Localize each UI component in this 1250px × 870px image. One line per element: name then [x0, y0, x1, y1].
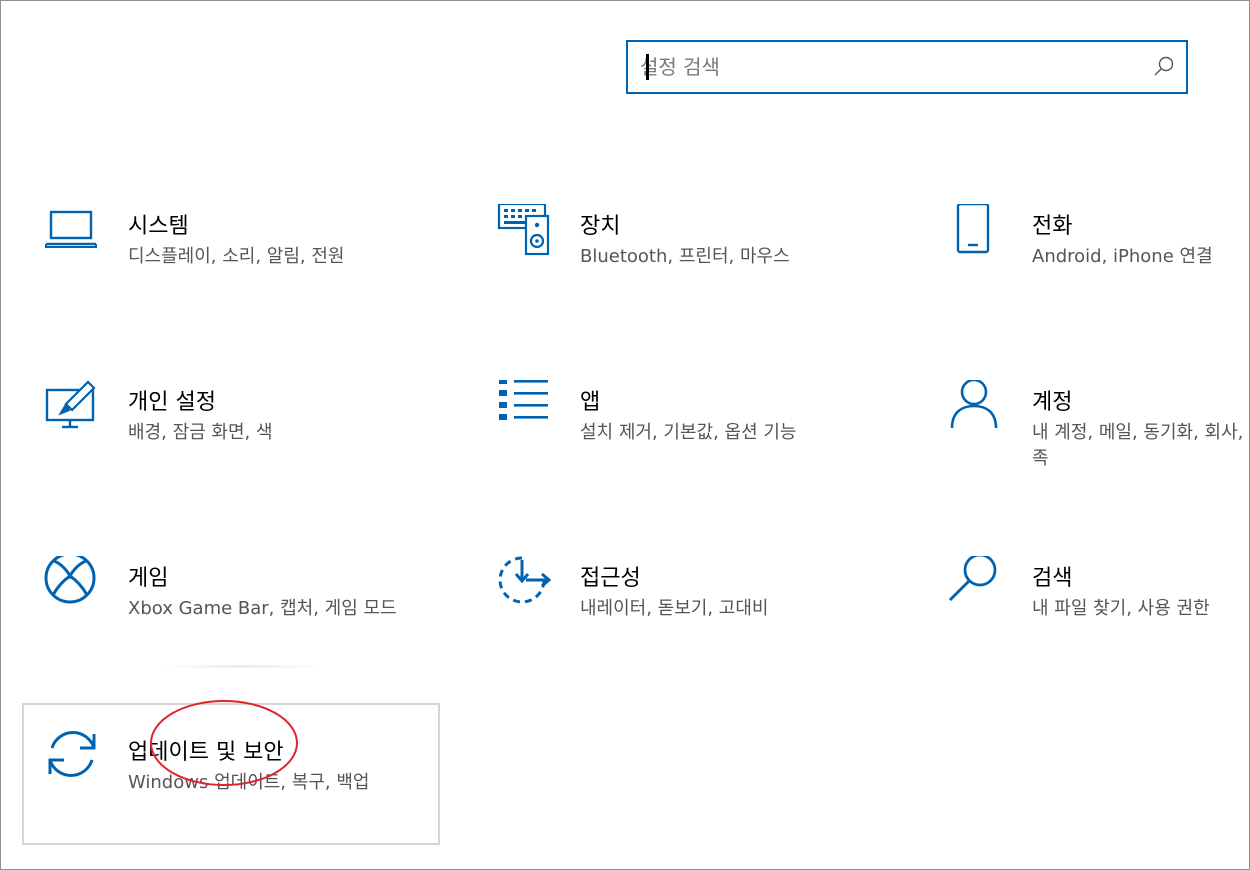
- text-caret: [646, 54, 649, 80]
- tile-search[interactable]: 검색 내 파일 찾기, 사용 권한: [948, 556, 1250, 676]
- tile-update-security[interactable]: 업데이트 및 보안 Windows 업데이트, 복구, 백업: [44, 730, 444, 850]
- tile-devices[interactable]: 장치 Bluetooth, 프린터, 마우스: [496, 204, 896, 324]
- tile-phone[interactable]: 전화 Android, iPhone 연결: [948, 204, 1250, 324]
- tile-title: 개인 설정: [128, 390, 216, 415]
- laptop-icon: [45, 210, 97, 248]
- tile-description: 배경, 잠금 화면, 색: [128, 422, 273, 443]
- ease-of-access-icon: [498, 556, 552, 604]
- tile-description: 내레이터, 돋보기, 고대비: [580, 598, 769, 619]
- apps-list-icon: [499, 380, 548, 420]
- search-icon[interactable]: [1152, 55, 1176, 79]
- tile-description: Bluetooth, 프린터, 마우스: [580, 246, 790, 267]
- tile-description: 내 파일 찾기, 사용 권한: [1032, 598, 1210, 619]
- tile-title: 게임: [128, 566, 169, 591]
- tile-apps[interactable]: 앱 설치 제거, 기본값, 옵션 기능: [496, 380, 896, 500]
- tile-description: 내 계정, 메일, 동기화, 회사, 가족: [1032, 422, 1250, 469]
- tile-personalization[interactable]: 개인 설정 배경, 잠금 화면, 색: [44, 380, 444, 500]
- tile-title: 앱: [580, 390, 601, 415]
- tile-title: 계정: [1032, 390, 1073, 415]
- tile-gaming[interactable]: 게임 Xbox Game Bar, 캡처, 게임 모드: [44, 556, 444, 676]
- search-input[interactable]: [640, 50, 1140, 84]
- tile-accounts[interactable]: 계정 내 계정, 메일, 동기화, 회사, 가족: [948, 380, 1250, 500]
- tile-title: 접근성: [580, 566, 641, 591]
- sync-arrows-icon: [48, 731, 96, 777]
- tile-description: 설치 제거, 기본값, 옵션 기능: [580, 422, 797, 443]
- tile-description: 디스플레이, 소리, 알림, 전원: [128, 246, 345, 267]
- tile-description: Windows 업데이트, 복구, 백업: [128, 772, 370, 793]
- personalization-icon: [45, 380, 96, 429]
- magnifier-icon: [948, 556, 997, 602]
- xbox-icon: [44, 556, 96, 604]
- tile-title: 시스템: [128, 214, 189, 239]
- phone-icon: [956, 204, 990, 254]
- devices-icon: [497, 204, 550, 256]
- person-icon: [950, 380, 998, 429]
- search-box[interactable]: [626, 40, 1188, 94]
- tile-title: 전화: [1032, 214, 1073, 239]
- tile-ease-of-access[interactable]: 접근성 내레이터, 돋보기, 고대비: [496, 556, 896, 676]
- tile-description: Android, iPhone 연결: [1032, 246, 1213, 267]
- tile-title: 장치: [580, 214, 621, 239]
- divider: [160, 665, 325, 668]
- tile-system[interactable]: 시스템 디스플레이, 소리, 알림, 전원: [44, 204, 444, 324]
- tile-description: Xbox Game Bar, 캡처, 게임 모드: [128, 598, 397, 619]
- tile-title: 검색: [1032, 566, 1073, 591]
- tile-title: 업데이트 및 보안: [128, 740, 284, 765]
